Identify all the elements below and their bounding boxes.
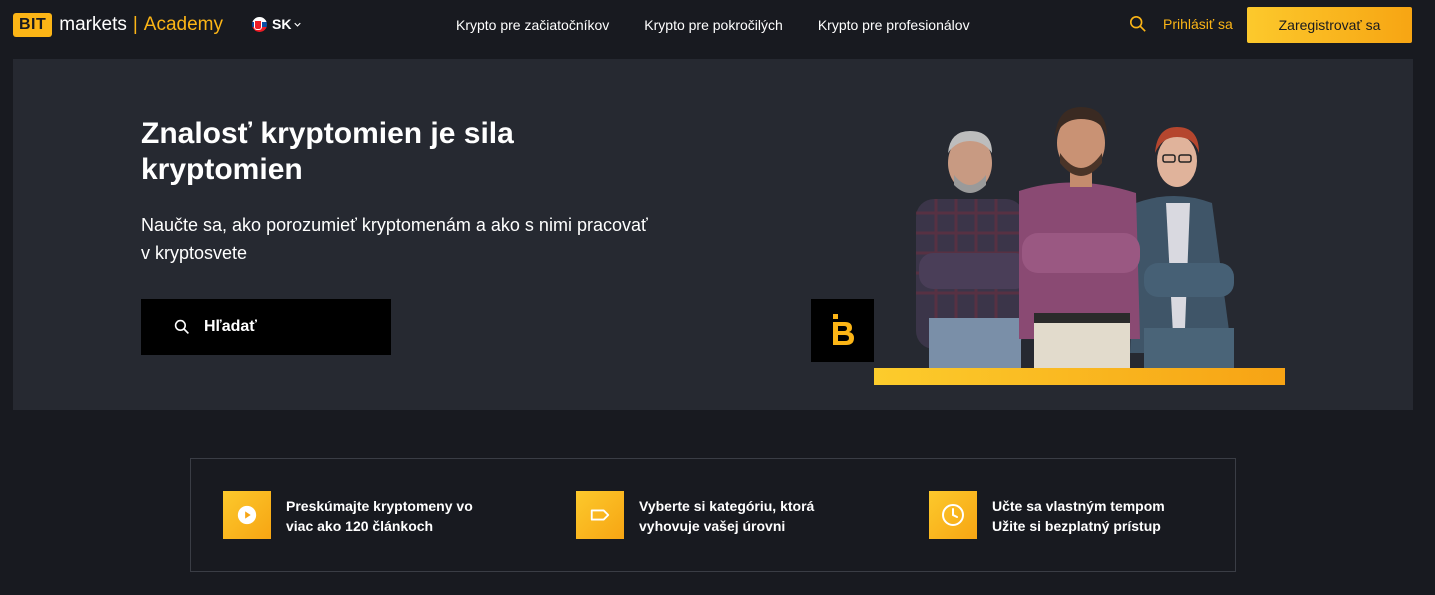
hero-gold-bar [874,368,1285,385]
feature-line2: viac ako 120 článkoch [286,518,434,534]
hero-search-label: Hľadať [204,318,257,335]
search-icon [174,319,189,334]
login-link[interactable]: Prihlásiť sa [1163,16,1233,32]
feature-text: Vyberte si kategóriu, ktorá vyhovuje vaš… [639,496,814,536]
logo-badge: BIT [13,13,53,37]
feature-item-tempo: Učte sa vlastným tempom Užite si bezplat… [929,491,1165,539]
bitmarkets-academy-logo[interactable]: BIT markets | Academy [13,13,223,37]
play-icon [223,491,271,539]
b-brand-logo [811,299,874,362]
person-middle [1019,107,1140,369]
hero-subtitle-line2: v kryptosvete [141,243,248,263]
hero-subtitle-line1: Naučte sa, ako porozumieť kryptomenám a … [141,215,648,235]
nav-link-advanced[interactable]: Krypto pre pokročilých [644,17,783,33]
tag-icon [576,491,624,539]
feature-text: Preskúmajte kryptomeny vo viac ako 120 č… [286,496,473,536]
hero-subtitle: Naučte sa, ako porozumieť kryptomenám a … [141,211,681,267]
clock-icon [929,491,977,539]
hero-title-line1: Znalosť kryptomien je sila [141,117,514,150]
search-icon[interactable] [1129,15,1147,33]
feature-line2: vyhovuje vašej úrovni [639,518,786,534]
slovak-flag-icon [252,16,267,32]
nav-link-beginners[interactable]: Krypto pre začiatočníkov [456,17,609,33]
hero-title-line2: kryptomien [141,153,303,186]
chevron-down-icon [294,22,302,27]
feature-item-articles: Preskúmajte kryptomeny vo viac ako 120 č… [223,491,473,539]
top-navbar: BIT markets | Academy SK Krypto pre zači… [0,0,1435,49]
hero-search-button[interactable]: Hľadať [141,299,391,355]
feature-line1: Preskúmajte kryptomeny vo [286,498,473,514]
feature-item-category: Vyberte si kategóriu, ktorá vyhovuje vaš… [576,491,814,539]
register-button[interactable]: Zaregistrovať sa [1247,7,1412,43]
language-code: SK [272,16,292,32]
feature-line2: Užite si bezplatný prístup [992,518,1161,534]
hero-title: Znalosť kryptomien je sila kryptomien [141,116,581,188]
logo-academy-text: Academy [143,14,223,35]
nav-link-professionals[interactable]: Krypto pre profesionálov [818,17,970,33]
feature-line1: Učte sa vlastným tempom [992,498,1165,514]
language-selector[interactable]: SK [252,16,302,32]
feature-line1: Vyberte si kategóriu, ktorá [639,498,815,514]
hero-section: Znalosť kryptomien je sila kryptomien Na… [13,59,1413,410]
person-left [916,131,1029,369]
hero-people-image [916,107,1234,369]
main-nav: Krypto pre začiatočníkov Krypto pre pokr… [456,0,1005,49]
features-box: Preskúmajte kryptomeny vo viac ako 120 č… [190,458,1236,572]
logo-markets-text: markets [59,14,127,35]
logo-separator: | [132,14,138,35]
feature-text: Učte sa vlastným tempom Užite si bezplat… [992,496,1165,536]
person-right [1130,127,1234,369]
